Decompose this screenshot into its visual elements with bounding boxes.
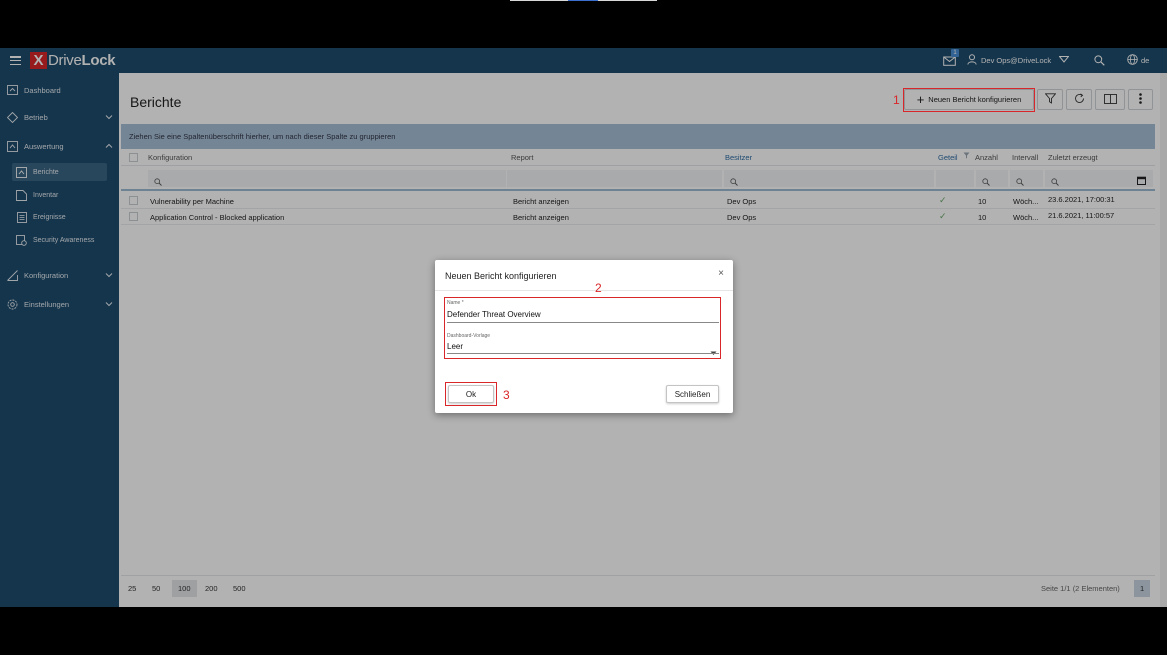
screen: X DriveLock 1 Dev Ops@DriveLock de Dashb… <box>0 0 1167 655</box>
annotation-box-3 <box>445 382 497 406</box>
modal-overlay: 1 Neuen Bericht konfigurieren × Name * D… <box>0 48 1167 607</box>
dialog-divider <box>435 290 733 291</box>
close-dialog-button[interactable]: Schließen <box>666 385 719 403</box>
annotation-number-1: 1 <box>893 93 900 107</box>
annotation-box-1 <box>903 88 1035 112</box>
close-icon[interactable]: × <box>718 268 724 279</box>
drivelock-app: X DriveLock 1 Dev Ops@DriveLock de Dashb… <box>0 48 1167 607</box>
dialog-title: Neuen Bericht konfigurieren <box>445 271 557 281</box>
annotation-number-2: 2 <box>595 281 602 295</box>
new-report-dialog: Neuen Bericht konfigurieren × Name * Def… <box>435 260 733 413</box>
annotation-box-2 <box>444 297 721 359</box>
top-edge-indicator <box>510 0 657 1</box>
annotation-number-3: 3 <box>503 388 510 402</box>
